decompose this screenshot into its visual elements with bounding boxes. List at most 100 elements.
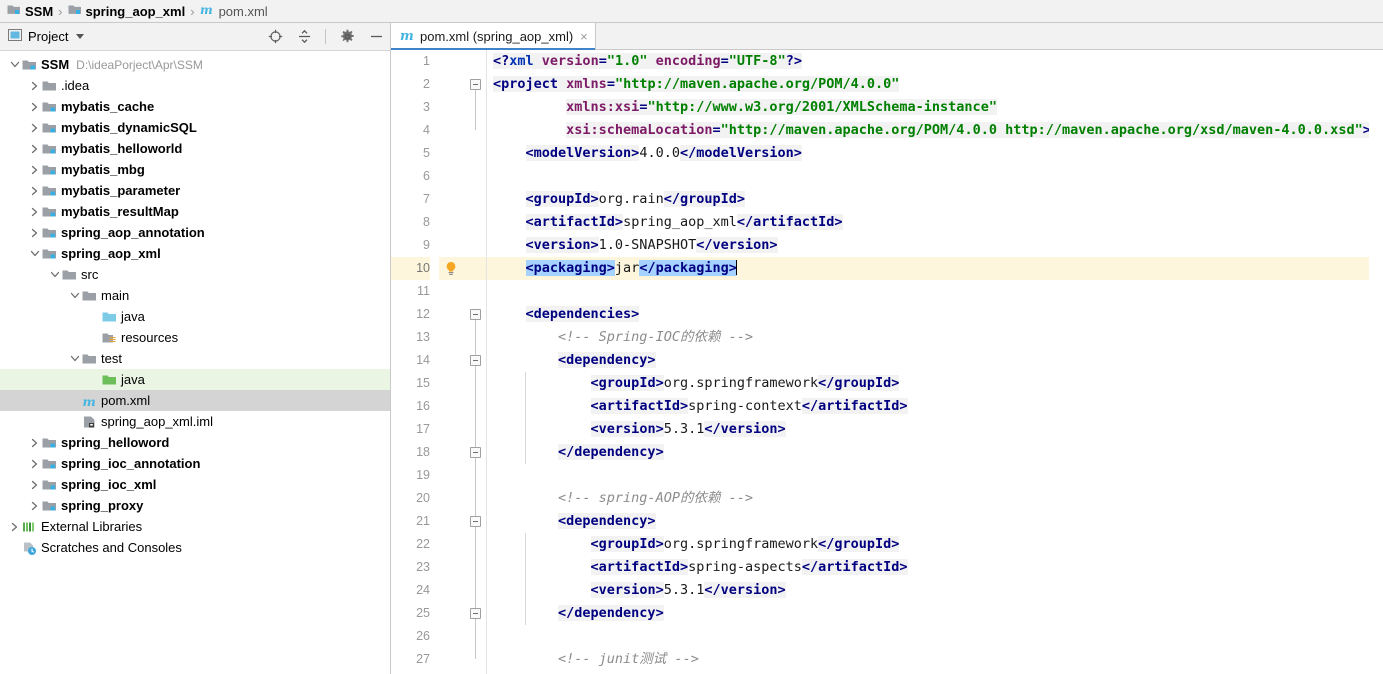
hide-icon[interactable] [368, 29, 384, 45]
tree-item-spring-ioc-xml[interactable]: spring_ioc_xml [0, 474, 390, 495]
gutter-row[interactable] [439, 73, 465, 96]
gutter-row[interactable] [439, 464, 465, 487]
gutter-row[interactable] [439, 50, 465, 73]
code-line[interactable]: <!-- Spring-IOC的依赖 --> [487, 326, 1369, 349]
code-line[interactable] [487, 280, 1369, 303]
gutter-row[interactable] [439, 395, 465, 418]
chevron-right-icon[interactable] [28, 184, 41, 197]
code-line[interactable]: <modelVersion>4.0.0</modelVersion> [487, 142, 1369, 165]
gutter-row[interactable] [439, 418, 465, 441]
gutter-row[interactable] [439, 556, 465, 579]
fold-row[interactable] [465, 211, 486, 234]
gutter-row[interactable] [439, 533, 465, 556]
gutter-row[interactable] [439, 625, 465, 648]
code-line[interactable]: <version>5.3.1</version> [487, 418, 1369, 441]
code-line[interactable]: xmlns:xsi="http://www.w3.org/2001/XMLSch… [487, 96, 1369, 119]
tree-item-spring-helloword[interactable]: spring_helloword [0, 432, 390, 453]
chevron-right-icon[interactable] [28, 499, 41, 512]
tree-item-mybatis-dynamicsql[interactable]: mybatis_dynamicSQL [0, 117, 390, 138]
tree-item-spring-ioc-annotation[interactable]: spring_ioc_annotation [0, 453, 390, 474]
project-view-selector[interactable]: Project [8, 28, 267, 45]
editor-scrollbar[interactable] [1369, 50, 1383, 674]
gutter-row[interactable] [439, 303, 465, 326]
tree-item-mybatis-parameter[interactable]: mybatis_parameter [0, 180, 390, 201]
collapse-all-icon[interactable] [296, 29, 312, 45]
tree-item-java[interactable]: java [0, 306, 390, 327]
chevron-right-icon[interactable] [28, 163, 41, 176]
tree-item-spring-proxy[interactable]: spring_proxy [0, 495, 390, 516]
chevron-right-icon[interactable] [28, 100, 41, 113]
tree-item-mybatis-cache[interactable]: mybatis_cache [0, 96, 390, 117]
close-icon[interactable]: × [578, 30, 588, 43]
code-line[interactable] [487, 625, 1369, 648]
code-line[interactable]: <!-- junit测试 --> [487, 648, 1369, 671]
chevron-right-icon[interactable] [28, 478, 41, 491]
code-line[interactable]: <?xml version="1.0" encoding="UTF-8"?> [487, 50, 1369, 73]
tree-item-external-libraries[interactable]: External Libraries [0, 516, 390, 537]
tree-item-resources[interactable]: resources [0, 327, 390, 348]
code-line[interactable]: </dependency> [487, 602, 1369, 625]
tree-item-test[interactable]: test [0, 348, 390, 369]
select-opened-file-icon[interactable] [267, 29, 283, 45]
breadcrumb-item-project[interactable]: SSM [4, 3, 56, 19]
code-text-area[interactable]: <?xml version="1.0" encoding="UTF-8"?> <p… [487, 50, 1369, 674]
chevron-right-icon[interactable] [28, 205, 41, 218]
chevron-right-icon[interactable] [28, 142, 41, 155]
tree-item-scratches-and-consoles[interactable]: Scratches and Consoles [0, 537, 390, 558]
tree-item-mybatis-helloworld[interactable]: mybatis_helloworld [0, 138, 390, 159]
gutter-row[interactable] [439, 96, 465, 119]
tree-item-main[interactable]: main [0, 285, 390, 306]
gutter-row[interactable] [439, 211, 465, 234]
gutter-row[interactable] [439, 441, 465, 464]
gutter-row[interactable] [439, 280, 465, 303]
code-line[interactable]: <packaging>jar</packaging> [487, 257, 1369, 280]
project-tree[interactable]: SSM D:\ideaPorject\Apr\SSM .idea mybatis_ca… [0, 51, 390, 674]
code-line[interactable]: <project xmlns="http://maven.apache.org/… [487, 73, 1369, 96]
chevron-right-icon[interactable] [28, 79, 41, 92]
tree-item-spring-aop-xml-iml[interactable]: spring_aop_xml.iml [0, 411, 390, 432]
fold-toggle-icon[interactable] [470, 516, 481, 527]
tree-item-src[interactable]: src [0, 264, 390, 285]
tree-item-mybatis-resultmap[interactable]: mybatis_resultMap [0, 201, 390, 222]
code-line[interactable]: <dependency> [487, 510, 1369, 533]
chevron-right-icon[interactable] [28, 121, 41, 134]
chevron-down-icon[interactable] [8, 58, 21, 71]
tree-item-java[interactable]: java [0, 369, 390, 390]
gutter-row[interactable] [439, 188, 465, 211]
code-line[interactable]: <artifactId>spring-aspects</artifactId> [487, 556, 1369, 579]
tree-item-mybatis-mbg[interactable]: mybatis_mbg [0, 159, 390, 180]
chevron-down-icon[interactable] [48, 268, 61, 281]
fold-row[interactable] [465, 142, 486, 165]
chevron-right-icon[interactable] [28, 226, 41, 239]
chevron-right-icon[interactable] [28, 457, 41, 470]
code-folding-column[interactable] [465, 50, 487, 674]
gutter-row[interactable] [439, 119, 465, 142]
fold-toggle-icon[interactable] [470, 309, 481, 320]
code-line[interactable]: </dependency> [487, 441, 1369, 464]
breadcrumb-item-file[interactable]: m pom.xml [197, 3, 271, 19]
fold-row[interactable] [465, 165, 486, 188]
tree-item-spring-aop-xml[interactable]: spring_aop_xml [0, 243, 390, 264]
fold-row[interactable] [465, 257, 486, 280]
lightbulb-icon[interactable] [444, 261, 458, 275]
gutter-row[interactable] [439, 165, 465, 188]
fold-row[interactable] [465, 50, 486, 73]
fold-row[interactable] [465, 280, 486, 303]
fold-toggle-icon[interactable] [470, 608, 481, 619]
gutter-row[interactable] [439, 510, 465, 533]
code-editor[interactable]: 1 2 3 4 5 6 7 8 9 10 11 12 13 14 15 16 17 18 19 20 21 22 23 24 2… [391, 50, 1383, 674]
editor-tab-pom-xml[interactable]: m pom.xml (spring_aop_xml) × [391, 23, 596, 50]
fold-row[interactable] [465, 188, 486, 211]
chevron-down-icon[interactable] [68, 352, 81, 365]
code-line[interactable]: <groupId>org.springframework</groupId> [487, 533, 1369, 556]
gutter-row[interactable] [439, 372, 465, 395]
fold-toggle-icon[interactable] [470, 355, 481, 366]
gear-icon[interactable] [339, 29, 355, 45]
code-line[interactable]: <groupId>org.springframework</groupId> [487, 372, 1369, 395]
tree-item-pom-xml[interactable]: m pom.xml [0, 390, 390, 411]
fold-toggle-icon[interactable] [470, 447, 481, 458]
tree-item-idea[interactable]: .idea [0, 75, 390, 96]
code-line[interactable] [487, 165, 1369, 188]
tree-item-ssm[interactable]: SSM D:\ideaPorject\Apr\SSM [0, 54, 390, 75]
fold-toggle-icon[interactable] [470, 79, 481, 90]
